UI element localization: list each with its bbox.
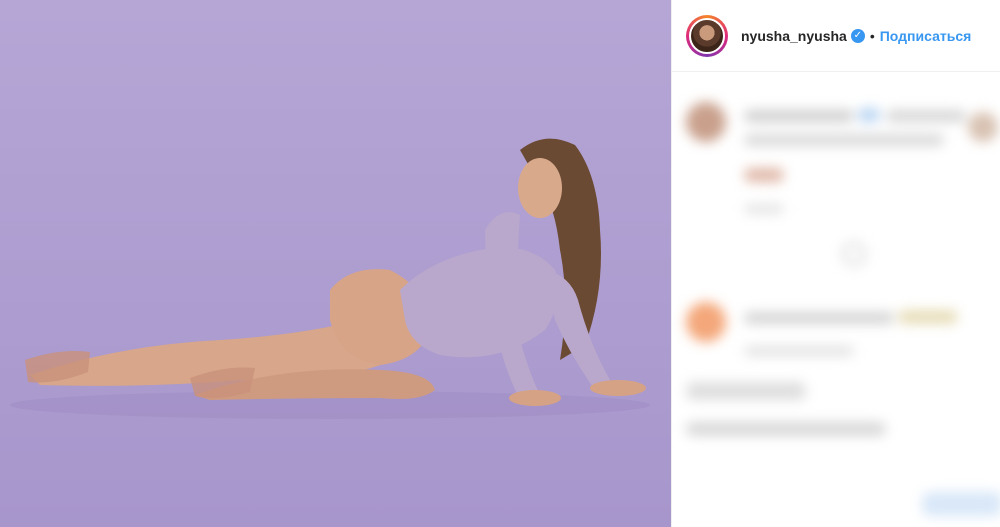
blurred-post-button: [922, 492, 1000, 516]
blurred-text: [898, 310, 958, 324]
blurred-text: [744, 204, 784, 214]
blurred-icon: [842, 242, 866, 266]
blurred-text: [744, 110, 854, 122]
post-header: nyusha_nyusha ✓ • Подписаться: [672, 0, 1000, 72]
commenter-avatar: [686, 302, 726, 342]
blurred-comments-area: [672, 72, 1000, 527]
blurred-text: [858, 108, 880, 122]
blurred-likes: [686, 422, 886, 436]
avatar[interactable]: [689, 17, 725, 54]
blurred-text: [886, 110, 966, 122]
post-photo[interactable]: [0, 0, 671, 527]
commenter-avatar: [686, 102, 726, 142]
separator-dot: •: [869, 27, 875, 44]
photo-illustration: [10, 138, 650, 419]
post-sidebar: nyusha_nyusha ✓ • Подписаться: [671, 0, 1000, 527]
username-link[interactable]: nyusha_nyusha: [741, 28, 847, 44]
blurred-emoji: [968, 112, 998, 142]
blurred-emoji: [744, 168, 784, 182]
blurred-text: [744, 312, 894, 324]
follow-button[interactable]: Подписаться: [880, 28, 972, 44]
blurred-text: [744, 346, 854, 356]
avatar-ring[interactable]: [686, 14, 728, 57]
blurred-action-icons: [686, 382, 806, 400]
verified-badge-icon: ✓: [850, 28, 865, 43]
blurred-text: [744, 134, 944, 146]
